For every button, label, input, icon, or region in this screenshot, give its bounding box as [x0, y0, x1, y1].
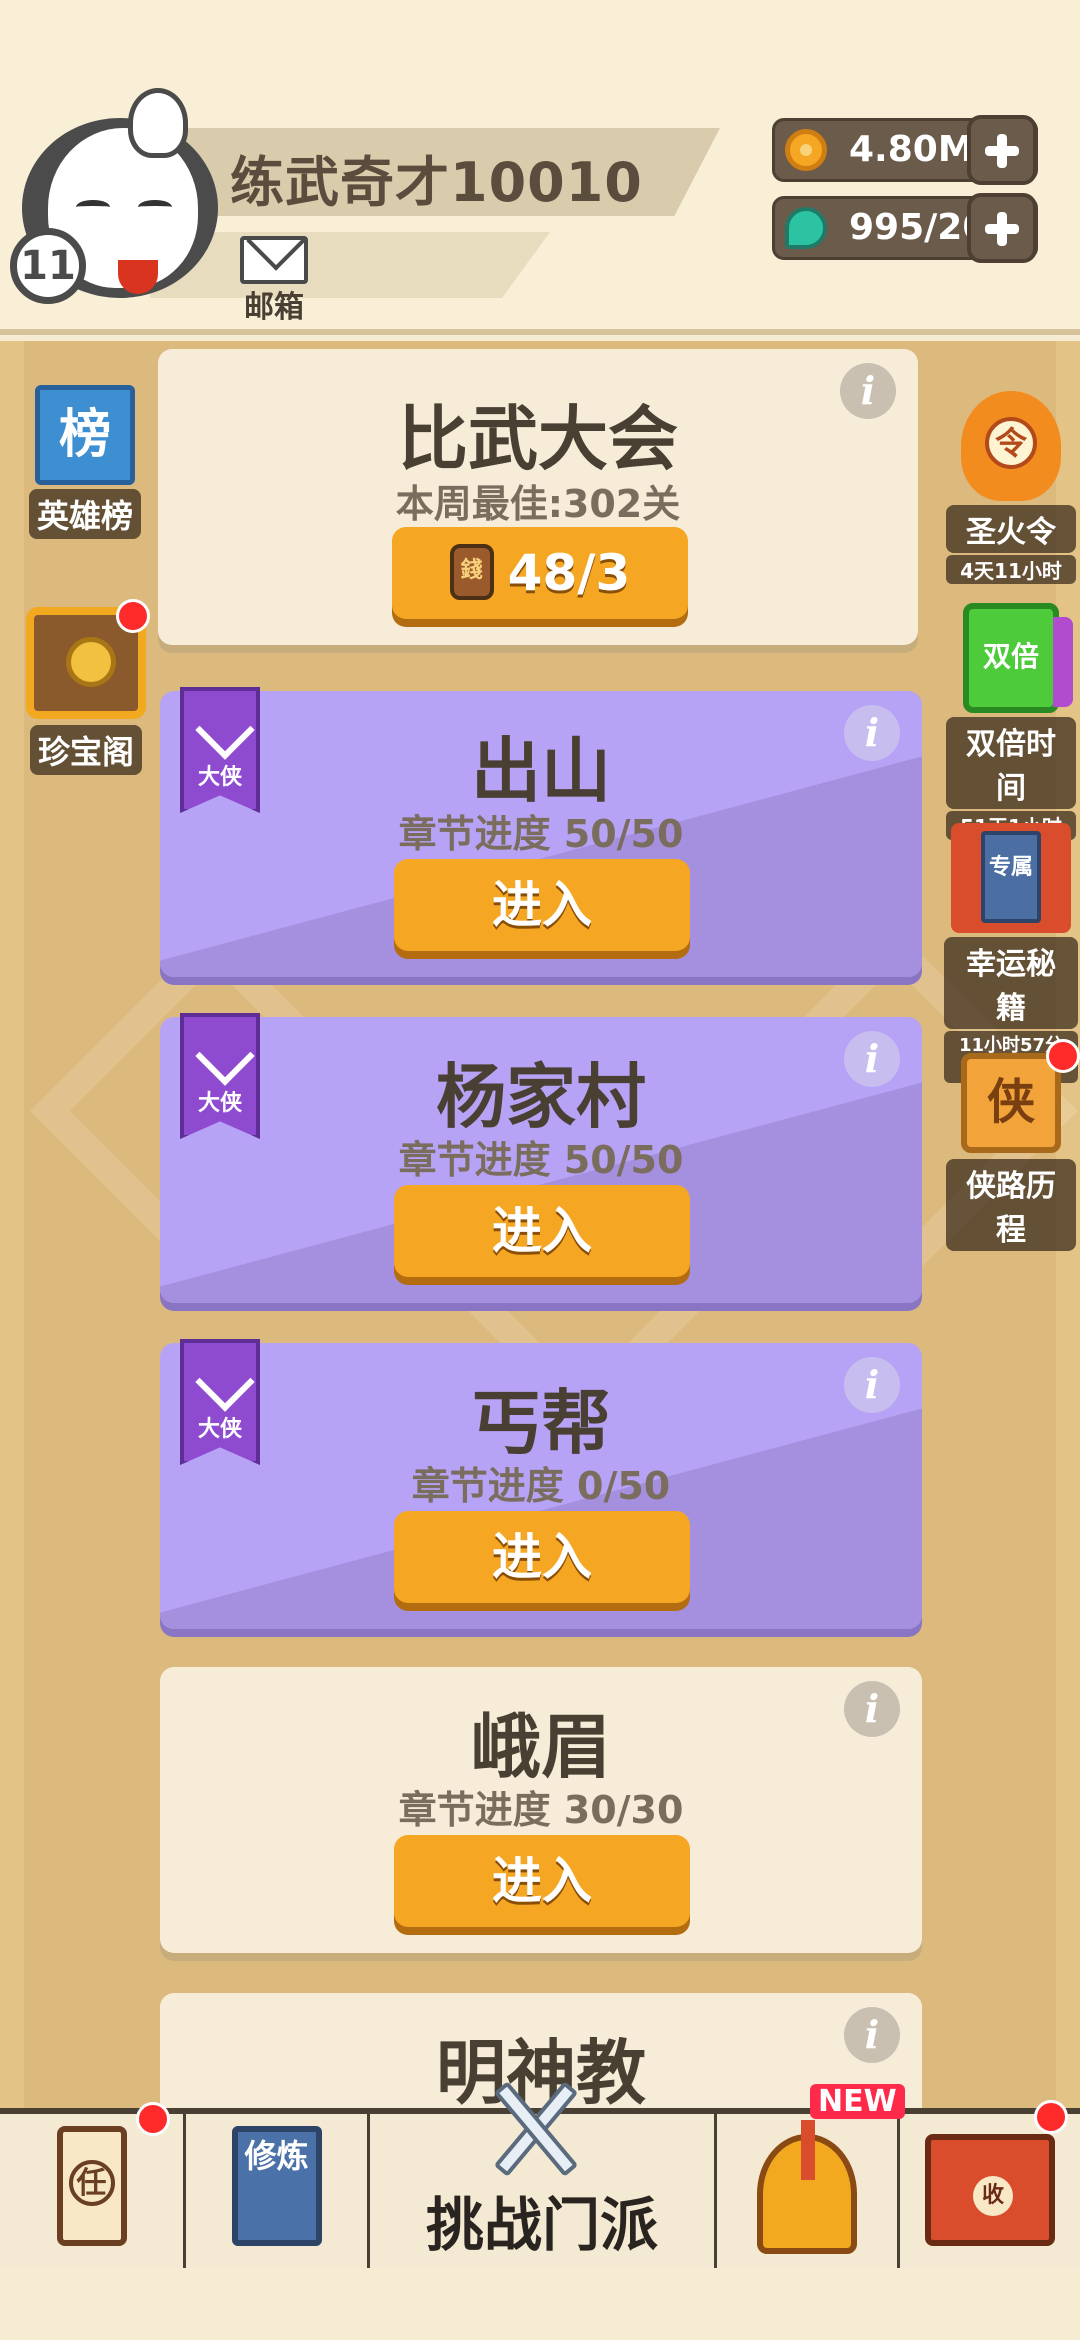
tournament-best: 本周最佳:302关 [395, 482, 681, 526]
coin-token-icon: 錢 [449, 543, 494, 600]
crossed-swords-icon [482, 2074, 592, 2184]
tournament-ticket-button[interactable]: 錢 48/3 [392, 527, 688, 619]
double-time-button[interactable]: 双倍 双倍时间 51天1小时 [946, 603, 1076, 840]
coin-value: 4.80M [849, 129, 974, 170]
tournament-ticket-count: 48/3 [507, 544, 631, 602]
notification-dot [116, 599, 150, 633]
player-level-badge: 11 [10, 228, 86, 304]
mailbox-label: 邮箱 [244, 290, 304, 325]
training-tab[interactable]: 修炼 [186, 2114, 370, 2268]
lucky-manual-label: 幸运秘籍 [944, 937, 1078, 1029]
hero-journey-button[interactable]: 侠 侠路历程 [946, 1039, 1080, 1251]
player-name[interactable]: 练武奇才10010 [230, 138, 643, 217]
system-nav-bar [0, 2268, 1080, 2340]
coin-counter: 4.80M [772, 115, 1038, 185]
stage-progress: 章节进度 50/50 [398, 812, 684, 856]
enter-stage-button[interactable]: 进入 [394, 859, 690, 951]
top-header: 练武奇才10010 邮箱 11 4.80M 995/20 [0, 0, 1080, 335]
enter-stage-button[interactable]: 进入 [394, 1185, 690, 1277]
shop-house-icon: 收 [925, 2134, 1055, 2246]
equipment-tab[interactable] [714, 2114, 900, 2268]
tournament-title: 比武大会 [398, 398, 678, 480]
notification-dot [1034, 2100, 1068, 2134]
stage-card: 大侠 i 出山 章节进度 50/50 进入 [160, 687, 922, 977]
bottom-nav: 任 修炼 挑战门派 NEW 收 [0, 2081, 1080, 2268]
collect-tab[interactable]: 收 [900, 2100, 1080, 2268]
stamina-counter: 995/20 [772, 193, 1038, 263]
enter-stage-button[interactable]: 进入 [394, 1835, 690, 1927]
challenge-sect-label: 挑战门派 [425, 2191, 658, 2259]
holy-fire-token-button[interactable]: 令 圣火令 4天11小时 [946, 391, 1076, 584]
treasure-pavilion-button[interactable]: 珍宝阁 [16, 599, 156, 775]
flame-token-icon: 令 [961, 391, 1061, 501]
manual-book-icon: 专属 [951, 823, 1071, 933]
stage-title: 出山 [471, 730, 611, 812]
holy-fire-token-timer: 4天11小时 [946, 555, 1076, 584]
stage-card: i 峨眉 章节进度 30/30 进入 [160, 1667, 922, 1953]
double-card-icon: 双倍 [963, 603, 1073, 713]
hero-plaque-icon: 侠 [961, 1053, 1061, 1153]
task-scroll-icon: 任 [56, 2126, 127, 2246]
ranking-banner-icon: 榜 [35, 385, 135, 485]
stage-title: 丐帮 [471, 1382, 611, 1464]
notification-dot [136, 2102, 170, 2136]
stamina-drop-icon [785, 207, 827, 249]
stage-progress: 章节进度 0/50 [411, 1464, 671, 1508]
stage-card: 大侠 i 丐帮 章节进度 0/50 进入 [160, 1339, 922, 1629]
stage-progress: 章节进度 30/30 [398, 1788, 684, 1832]
hero-ranking-label: 英雄榜 [28, 489, 141, 539]
stage-title: 峨眉 [471, 1706, 611, 1788]
tasks-tab[interactable]: 任 [0, 2102, 186, 2268]
hero-ranking-button[interactable]: 榜 英雄榜 [20, 385, 150, 539]
holy-fire-token-label: 圣火令 [946, 505, 1076, 553]
notification-dot [1046, 1039, 1080, 1073]
envelope-icon [240, 236, 308, 284]
enter-stage-button[interactable]: 进入 [394, 1511, 690, 1603]
training-book-icon: 修炼 [231, 2126, 322, 2246]
new-badge: NEW [810, 2084, 905, 2119]
challenge-sect-tab[interactable]: 挑战门派 [370, 2081, 714, 2268]
mailbox-button[interactable]: 邮箱 [236, 236, 312, 325]
coin-icon [785, 129, 827, 171]
stage-list-area[interactable]: 榜 英雄榜 珍宝阁 令 圣火令 4天11小时 双倍 双倍时间 51天1小时 专属… [0, 341, 1080, 2111]
stage-title: 杨家村 [436, 1056, 646, 1138]
add-coins-button[interactable] [967, 115, 1037, 185]
stage-progress: 章节进度 50/50 [398, 1138, 684, 1182]
helmet-icon [757, 2120, 857, 2254]
hero-journey-label: 侠路历程 [946, 1159, 1076, 1251]
stage-card: 大侠 i 杨家村 章节进度 50/50 进入 [160, 1013, 922, 1303]
treasure-pavilion-label: 珍宝阁 [29, 725, 142, 775]
tournament-card: i 比武大会 本周最佳:302关 錢 48/3 [158, 349, 918, 645]
double-time-label: 双倍时间 [946, 717, 1076, 809]
add-stamina-button[interactable] [967, 193, 1037, 263]
